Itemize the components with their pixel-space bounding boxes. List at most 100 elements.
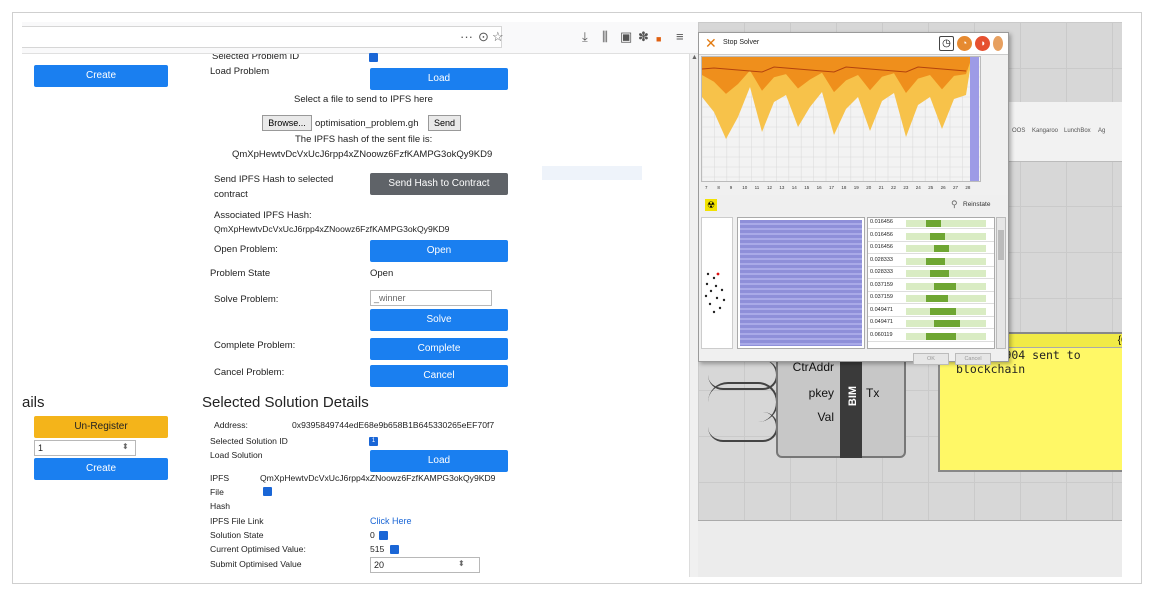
- problem-state-value: Open: [370, 268, 394, 279]
- ipfs-link-label: IPFS File Link: [210, 516, 264, 526]
- send-file-button[interactable]: Send: [428, 115, 461, 131]
- browse-button[interactable]: Browse...: [262, 115, 312, 131]
- scroll-thumb[interactable]: [998, 230, 1004, 260]
- fitness-list[interactable]: 0.016456 0.016456 0.016456 0.028333 0.028333…: [867, 217, 995, 349]
- star-icon[interactable]: ☆: [492, 29, 504, 45]
- submit-value-label: Submit Optimised Value: [210, 559, 302, 569]
- fitness-value: 0.037159: [870, 294, 893, 300]
- send-hash-button[interactable]: Send Hash to Contract: [370, 173, 508, 195]
- library-icon[interactable]: ⫼: [602, 29, 608, 45]
- input-val[interactable]: Val: [818, 410, 834, 424]
- input-pkey[interactable]: pkey: [809, 386, 834, 400]
- open-problem-label: Open Problem:: [214, 244, 278, 255]
- send-hash-label-1: Send IPFS Hash to selected: [214, 174, 334, 185]
- fitness-row[interactable]: 0.037159: [868, 293, 994, 304]
- fitness-row[interactable]: 0.049471: [868, 306, 994, 317]
- solution-state-label: Solution State: [210, 530, 264, 540]
- download-icon[interactable]: ⤓: [582, 29, 588, 45]
- submit-stepper-icon[interactable]: ⬍: [458, 559, 465, 568]
- ipfs-link[interactable]: Click Here: [370, 516, 412, 526]
- create-top-button[interactable]: Create: [34, 65, 168, 87]
- fitness-bar: [934, 320, 961, 327]
- time-icon[interactable]: ◷: [939, 36, 954, 51]
- page-scrollbar[interactable]: ▲: [689, 54, 698, 577]
- solution-state-badge: [379, 531, 388, 540]
- metamask-icon[interactable]: ■: [656, 31, 661, 47]
- axis-tick: 19: [853, 185, 859, 190]
- problem-id-badge: [369, 53, 378, 62]
- fitness-value: 0.049471: [870, 306, 893, 313]
- cancel-problem-label: Cancel Problem:: [214, 367, 285, 378]
- fitness-bar: [934, 245, 950, 252]
- population-scatter: [701, 217, 733, 349]
- menu-icon[interactable]: ≡: [676, 29, 684, 45]
- axis-tick: 9: [729, 185, 733, 190]
- fitness-row[interactable]: 0.037159: [868, 281, 994, 292]
- egg-icon[interactable]: [993, 36, 1003, 51]
- scroll-up-icon[interactable]: ▲: [691, 54, 698, 61]
- current-value-badge: [390, 545, 399, 554]
- fitness-row[interactable]: 0.016456: [868, 218, 994, 229]
- fitness-bar: [926, 220, 942, 227]
- unregister-button[interactable]: Un-Register: [34, 416, 168, 438]
- fitness-value: 0.028333: [870, 256, 893, 263]
- url-bar[interactable]: [22, 26, 502, 48]
- fitness-bar: [926, 257, 946, 265]
- axis-tick: 18: [841, 185, 847, 190]
- reinstate-icon[interactable]: ⚲: [951, 199, 958, 210]
- fitness-row[interactable]: 0.049471: [868, 318, 994, 329]
- pocket-icon[interactable]: ⊙: [478, 29, 489, 45]
- axis-tick: 21: [878, 185, 884, 190]
- number-input[interactable]: 1: [34, 440, 136, 456]
- ribbon-tab-lunchbox[interactable]: LunchBox: [1064, 128, 1091, 134]
- fitness-row[interactable]: 0.060119: [868, 331, 994, 342]
- axis-tick: 27: [953, 185, 959, 190]
- solver-cancel-button[interactable]: Cancel: [955, 353, 991, 365]
- output-tx[interactable]: Tx: [866, 386, 879, 400]
- axis-tick: 10: [742, 185, 748, 190]
- address-label: Address:: [214, 420, 248, 430]
- wire-val: [708, 412, 778, 442]
- open-button[interactable]: Open: [370, 240, 508, 262]
- ribbon-tab-ag[interactable]: Ag: [1098, 128, 1105, 134]
- ok-button[interactable]: OK: [913, 353, 949, 365]
- fitness-list-scrollbar[interactable]: [996, 217, 1006, 349]
- fitness-row[interactable]: 0.028333: [868, 268, 994, 279]
- fitness-row[interactable]: 0.028333: [868, 256, 994, 267]
- gauge-icon[interactable]: ◔: [957, 36, 972, 51]
- ribbon-tab-oos[interactable]: OOS: [1012, 128, 1025, 134]
- screenshot: ··· ⊙ ☆ ⤓ ⫼ ▣ ✽ ■ ≡ Create ails Un-Regis…: [22, 22, 1122, 577]
- axis-tick: 12: [767, 185, 773, 190]
- load-solution-button[interactable]: Load: [370, 450, 508, 472]
- stop-icon[interactable]: ✕: [705, 35, 717, 52]
- load-problem-button[interactable]: Load: [370, 68, 508, 90]
- complete-button[interactable]: Complete: [370, 338, 508, 360]
- more-icon[interactable]: ···: [460, 29, 473, 45]
- cancel-button[interactable]: Cancel: [370, 365, 508, 387]
- radiation-icon[interactable]: ☢: [705, 199, 717, 211]
- address-value: 0x9395849744edE68e9b658B1B645330265eEF70…: [292, 420, 495, 430]
- fitness-value: 0.037159: [870, 281, 893, 288]
- solve-input[interactable]: _winner: [370, 290, 492, 306]
- reset-icon[interactable]: ◑: [975, 36, 990, 51]
- reinstate-button[interactable]: Reinstate: [963, 201, 990, 208]
- assoc-hash-label: Associated IPFS Hash:: [214, 210, 312, 221]
- input-ctraddr[interactable]: CtrAddr: [793, 360, 834, 374]
- axis-tick: 14: [791, 185, 797, 190]
- fitness-row[interactable]: 0.016456: [868, 231, 994, 242]
- fitness-value: 0.016456: [870, 231, 893, 238]
- grasshopper-canvas: OOS Kangaroo LunchBox Ag CtrAddr pkey Va…: [698, 22, 1122, 577]
- assoc-hash-value: QmXpHewtvDcVxUcJ6rpp4xZNoowz6FzfKAMPG3ok…: [214, 224, 450, 234]
- create-bottom-button[interactable]: Create: [34, 458, 168, 480]
- extension-icon[interactable]: ✽: [638, 29, 649, 45]
- stepper-icon[interactable]: ⬍: [122, 442, 129, 451]
- fitness-row[interactable]: 0.016456: [868, 243, 994, 254]
- ipfs-hash-value: QmXpHewtvDcVxUcJ6rpp4xZNoowz6FzfKAMPG3ok…: [260, 473, 496, 483]
- ribbon-tab-kangaroo[interactable]: Kangaroo: [1032, 128, 1058, 134]
- stop-solver-button[interactable]: Stop Solver: [723, 39, 759, 46]
- solve-button[interactable]: Solve: [370, 309, 508, 331]
- axis-tick: 7: [705, 185, 708, 190]
- sidebar-icon[interactable]: ▣: [620, 29, 632, 45]
- axis-tick: 16: [816, 185, 822, 190]
- solution-section-title: Selected Solution Details: [202, 394, 369, 411]
